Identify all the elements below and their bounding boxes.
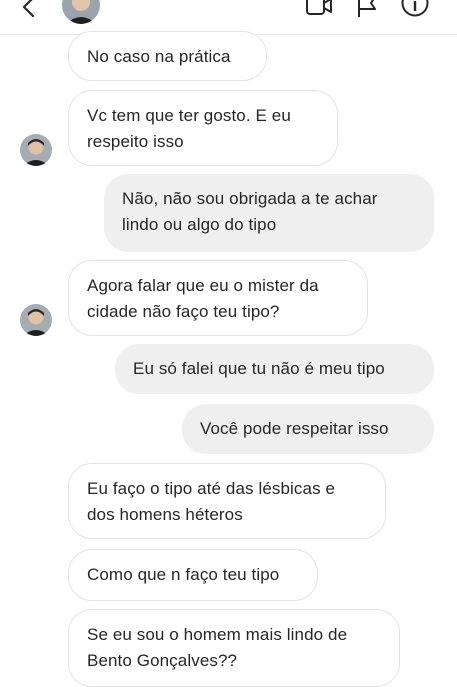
message-text: Você pode respeitar isso [200,419,389,438]
message-text: Não, não sou obrigada a te achar [122,189,378,208]
message-bubble-outgoing: Não, não sou obrigada a te achar lindo o… [104,174,434,252]
message-bubble-incoming: No caso na prática [68,31,267,81]
message-text: Se eu sou o homem mais lindo de [87,625,348,644]
message-text: cidade não faço teu tipo? [87,302,280,321]
message-text: respeito isso [87,132,184,151]
message-bubble-outgoing: Eu só falei que tu não é meu tipo [115,344,434,394]
message-text: Eu só falei que tu não é meu tipo [133,359,385,378]
flag-icon[interactable] [356,0,378,18]
message-bubble-incoming: Se eu sou o homem mais lindo de Bento Go… [68,609,400,687]
message-text: Eu faço o tipo até das lésbicas e [87,479,336,498]
message-text: Vc tem que ter gosto. E eu [87,106,291,125]
message-bubble-outgoing: Você pode respeitar isso [182,404,434,454]
message-text: No caso na prática [87,47,231,66]
chat-header [0,0,457,35]
message-text: Como que n faço teu tipo [87,565,280,584]
message-bubble-incoming: Agora falar que eu o mister da cidade nã… [68,260,368,336]
info-icon[interactable] [400,0,430,18]
message-text: Agora falar que eu o mister da [87,276,319,295]
header-avatar[interactable] [62,0,100,24]
message-bubble-incoming: Como que n faço teu tipo [68,549,318,601]
message-bubble-incoming: Vc tem que ter gosto. E eu respeito isso [68,90,338,166]
message-text: Bento Gonçalves?? [87,651,238,670]
sender-avatar[interactable] [20,134,52,166]
sender-avatar[interactable] [20,304,52,336]
message-bubble-incoming: Eu faço o tipo até das lésbicas e dos ho… [68,463,386,539]
message-text: dos homens héteros [87,505,243,524]
message-text: lindo ou algo do tipo [122,215,277,234]
back-chevron-icon[interactable] [18,0,40,18]
video-camera-icon[interactable] [305,0,333,18]
